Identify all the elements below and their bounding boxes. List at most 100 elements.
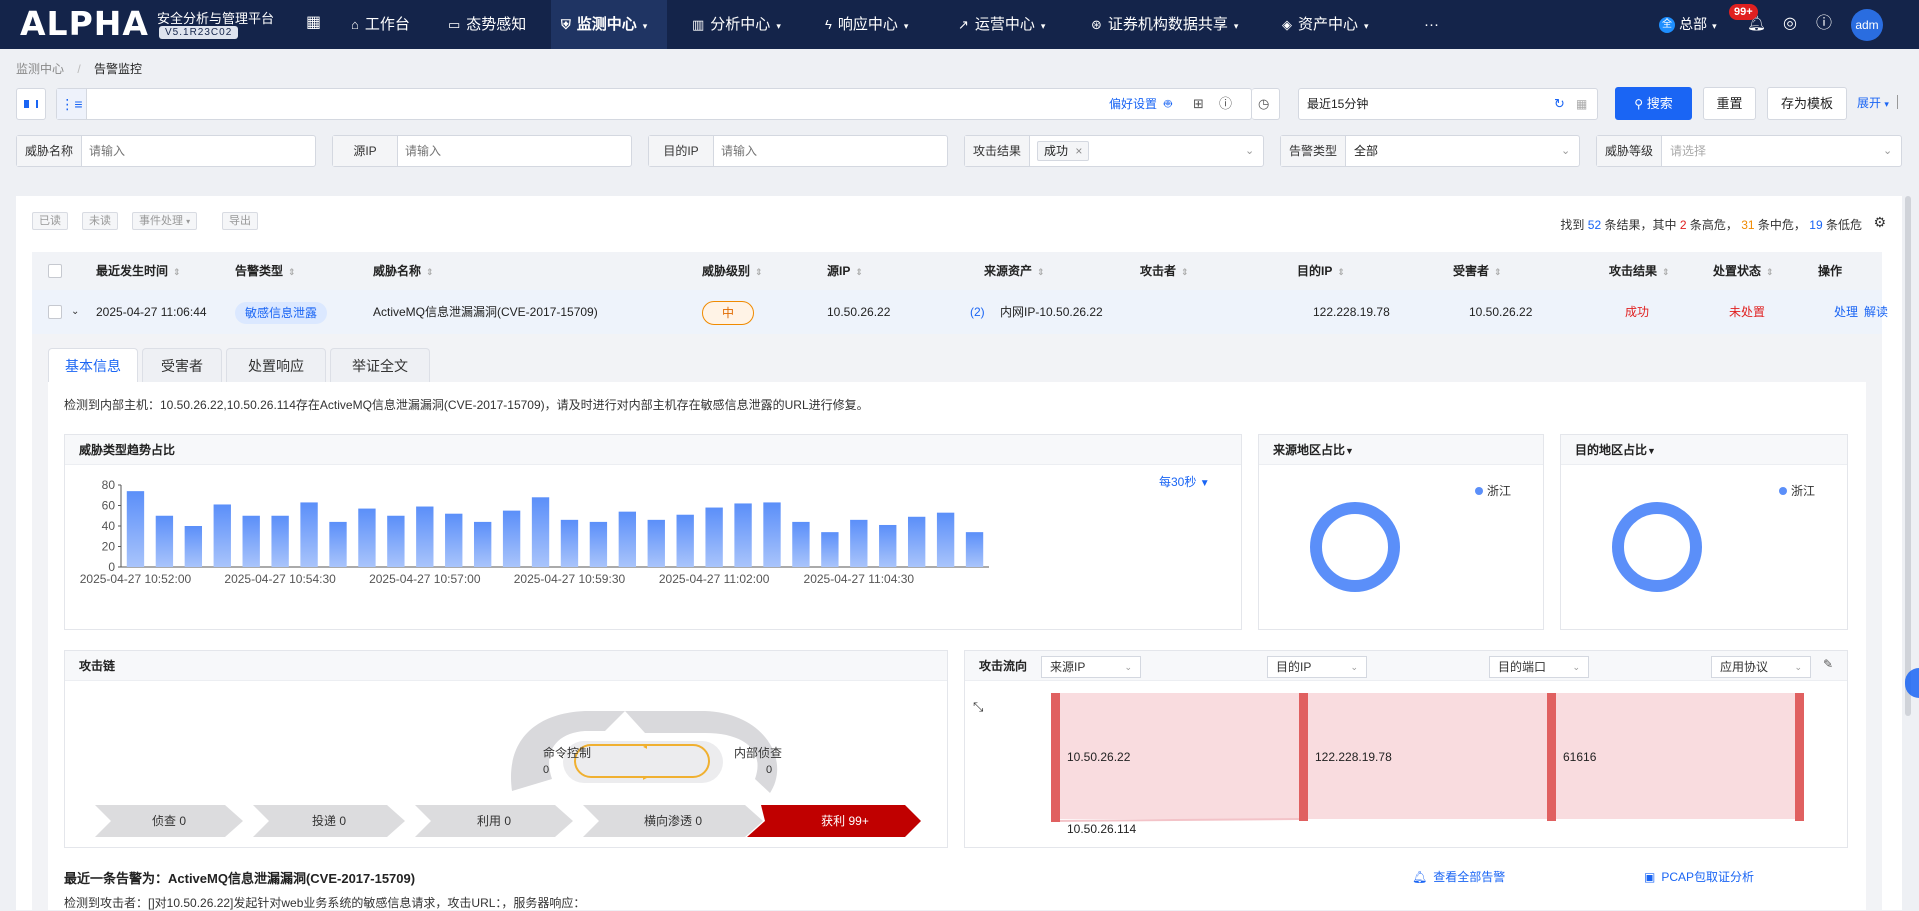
close-icon[interactable]: × [1075,144,1082,158]
settings-icon[interactable]: ◎ [1783,0,1797,48]
nav-item-analysis[interactable]: ▥ 分析中心 ▾ [686,0,787,49]
src-ip-input[interactable] [405,141,625,161]
refresh-icon[interactable]: ↻ [1554,89,1565,119]
dst-ip-input[interactable] [721,141,941,161]
legend-label[interactable]: 浙江 [1791,484,1815,498]
tenant-selector[interactable]: 全 总部 ▾ [1659,0,1717,50]
bar[interactable] [965,532,984,567]
bar[interactable] [560,519,579,567]
col-dst-ip[interactable]: 目的IP ⇕ [1297,252,1345,291]
robot-icon[interactable]: 🤖︎ [1164,89,1172,119]
tab-response[interactable]: 处置响应 [226,348,326,382]
nav-item-operation[interactable]: ↗ 运营中心 ▾ [952,0,1051,49]
bar[interactable] [502,510,521,567]
bar[interactable] [473,521,492,567]
col-attacker[interactable]: 攻击者 ⇕ [1140,252,1189,291]
mark-unread-button[interactable]: 未读 [82,212,118,230]
more-menu[interactable]: ··· [1424,0,1439,49]
nav-item-data-share[interactable]: ⊛ 证券机构数据共享 ▾ [1085,0,1244,49]
handle-link[interactable]: 处理 [1834,290,1858,334]
bar[interactable] [763,502,781,567]
bar[interactable] [300,502,318,567]
bar[interactable] [155,515,174,567]
bar[interactable] [213,504,231,567]
bar[interactable] [618,511,637,567]
calculator-icon[interactable]: ⊞ [1193,89,1204,119]
edit-icon[interactable]: ✎ [1823,657,1833,671]
bar[interactable] [734,503,752,567]
expand-row-icon[interactable]: ⌄ [71,290,79,334]
threat-name-input[interactable] [89,141,309,161]
query-input-box[interactable]: ⋮≡ 偏好设置 🤖︎ ⊞ ⓘ [56,88,1252,120]
expand-link[interactable]: 展开 ▾ [1857,87,1889,121]
bar[interactable] [879,524,897,567]
col-result[interactable]: 攻击结果 ⇕ [1609,252,1670,291]
event-handle-button[interactable]: 事件处理 ▾ [132,212,198,230]
bar[interactable] [387,515,405,567]
calendar-icon[interactable]: ▦ [1576,89,1587,119]
nav-item-response[interactable]: ϟ 响应中心 ▾ [819,0,914,49]
attack-result-filter[interactable]: 攻击结果 成功 × ⌄ [964,135,1264,167]
tab-evidence[interactable]: 举证全文 [330,348,430,382]
cell-victim[interactable]: 10.50.26.22 [1469,290,1532,334]
bar[interactable] [676,514,694,567]
bar[interactable] [531,497,550,567]
cell-threat-name[interactable]: ActiveMQ信息泄漏漏洞(CVE-2017-15709) [373,290,598,334]
export-button[interactable]: 导出 [222,212,258,230]
pcap-analysis-link[interactable]: ▣ PCAP包取证分析 [1644,868,1754,885]
nav-item-situation[interactable]: ▭ 态势感知 [440,0,534,49]
scrollbar[interactable] [1905,196,1911,716]
table-row[interactable]: ⌄ 2025-04-27 11:06:44 敏感信息泄露 ActiveMQ信息泄… [32,290,1888,334]
select-all-checkbox[interactable] [48,264,62,278]
col-type[interactable]: 告警类型 ⇕ [235,252,296,291]
flow-select-protocol[interactable]: 应用协议 ⌄ [1711,656,1811,678]
bar[interactable] [358,508,376,567]
tree-query-icon[interactable]: ⋮≡ [57,89,87,119]
reset-button[interactable]: 重置 [1703,87,1756,120]
bar[interactable] [907,516,926,567]
avatar[interactable]: adm [1851,9,1883,41]
bar[interactable] [184,526,203,567]
view-toggle-button[interactable] [16,88,46,120]
breadcrumb-root[interactable]: 监测中心 [16,62,64,76]
app-grid-icon[interactable]: ▦ [306,0,322,49]
bar[interactable] [792,521,810,567]
flow-select-src-ip[interactable]: 来源IP ⌄ [1041,656,1141,678]
bar[interactable] [705,507,723,567]
nav-item-asset[interactable]: ◈ 资产中心 ▾ [1276,0,1375,49]
time-range-picker[interactable]: 最近15分钟 ↻ ▦ [1298,88,1598,120]
nav-item-workbench[interactable]: ⌂ 工作台 [343,0,418,49]
col-name[interactable]: 威胁名称 ⇕ [373,252,434,291]
col-status[interactable]: 处置状态 ⇕ [1713,252,1774,291]
bar[interactable] [126,491,145,567]
col-asset[interactable]: 来源资产 ⇕ [984,252,1045,291]
col-time[interactable]: 最近发生时间 ⇕ [96,252,181,291]
nav-item-monitor[interactable]: ⛨ 监测中心 ▾ [551,0,667,49]
tab-basic-info[interactable]: 基本信息 [48,348,138,382]
bar[interactable] [242,515,260,567]
cell-asset[interactable]: 内网IP-10.50.26.22 [1000,290,1103,334]
src-ip-count[interactable]: (2) [970,290,985,334]
column-settings-icon[interactable]: ⚙︎ [1873,214,1886,231]
donut-slice[interactable] [1310,502,1400,592]
preference-link[interactable]: 偏好设置 [1109,89,1157,119]
cell-dst-ip[interactable]: 122.228.19.78 [1313,290,1390,334]
bar[interactable] [329,521,347,567]
info-icon[interactable]: ⓘ [1219,89,1232,119]
bar[interactable] [936,512,955,567]
col-src-ip[interactable]: 源IP ⇕ [827,252,863,291]
col-level[interactable]: 威胁级别 ⇕ [702,252,763,291]
bar[interactable] [445,513,463,567]
bar[interactable] [589,521,608,567]
bar[interactable] [647,519,665,567]
help-icon[interactable]: ⓘ [1816,0,1832,48]
bar[interactable] [416,506,434,567]
flow-select-dst-ip[interactable]: 目的IP ⌄ [1267,656,1367,678]
cell-src-ip[interactable]: 10.50.26.22 [827,290,890,334]
tab-victim[interactable]: 受害者 [142,348,222,382]
bar[interactable] [821,532,839,567]
flow-select-dst-port[interactable]: 目的端口 ⌄ [1489,656,1589,678]
threat-level-filter[interactable]: 威胁等级 请选择 ⌄ [1596,135,1902,167]
interpret-link[interactable]: 解读 [1864,290,1888,334]
dst-region-title[interactable]: 目的地区占比▼ [1561,435,1847,465]
